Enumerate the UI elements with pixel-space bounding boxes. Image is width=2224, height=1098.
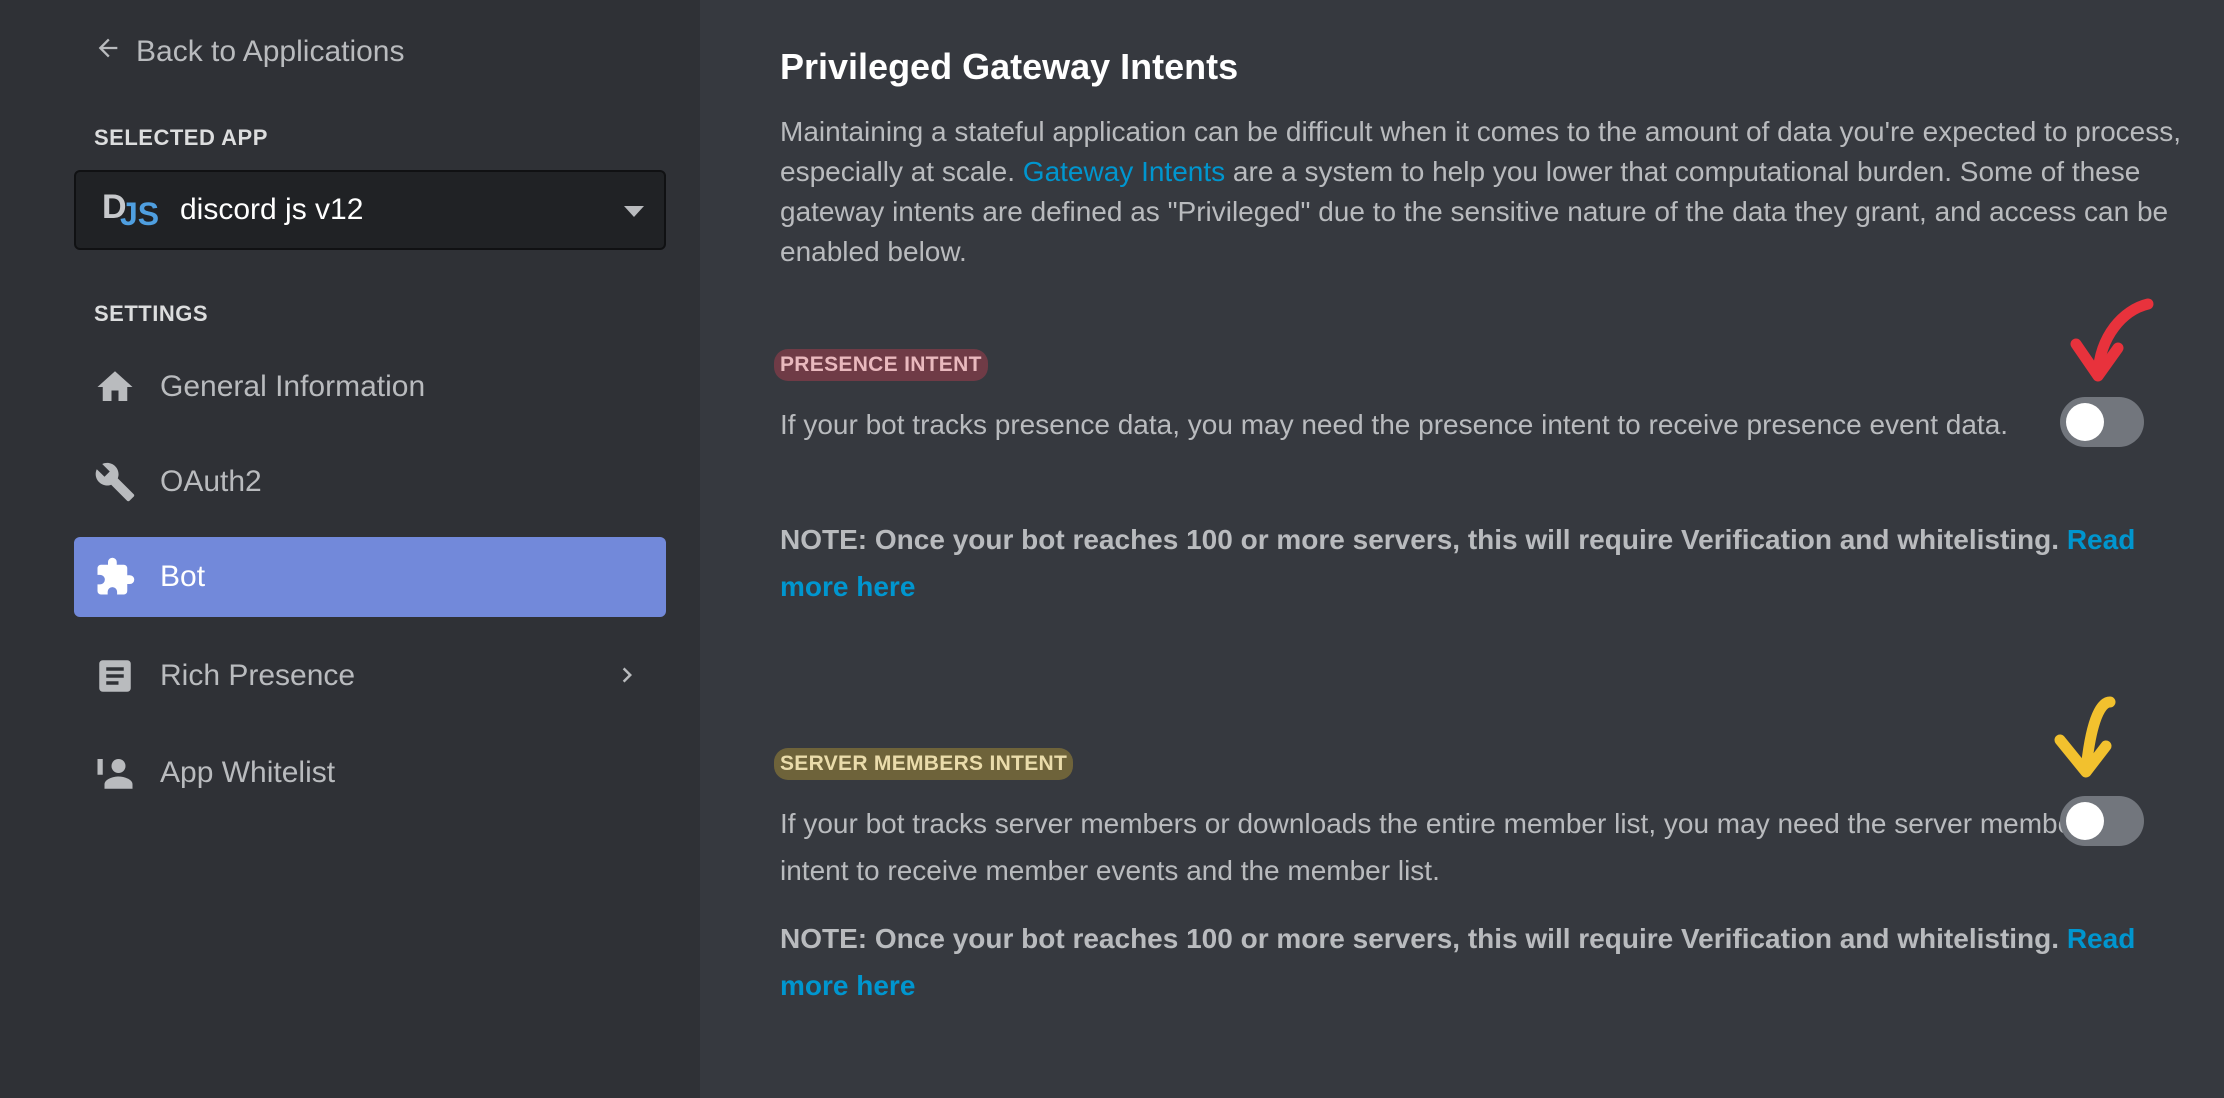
- back-link-label: Back to Applications: [136, 35, 405, 68]
- server-members-intent-note: NOTE: Once your bot reaches 100 or more …: [780, 923, 2136, 1001]
- server-members-intent-label: SERVER MEMBERS INTENT: [774, 748, 1074, 780]
- app-selector-dropdown[interactable]: D JS discord js v12: [74, 170, 666, 250]
- home-icon: [92, 364, 138, 410]
- yellow-arrow-icon: [2054, 696, 2116, 778]
- back-to-applications-link[interactable]: Back to Applications: [94, 34, 405, 70]
- gateway-intents-link[interactable]: Gateway Intents: [1023, 156, 1225, 187]
- sidebar-item-general-information[interactable]: General Information: [74, 347, 666, 427]
- presence-intent-description: If your bot tracks presence data, you ma…: [780, 409, 2009, 440]
- page-title: Privileged Gateway Intents: [780, 46, 1239, 87]
- sidebar-item-label: Rich Presence: [160, 659, 356, 692]
- server-members-intent-description: If your bot tracks server members or dow…: [780, 808, 2097, 886]
- presence-intent-toggle[interactable]: [2060, 397, 2144, 447]
- app-logo: D JS: [102, 188, 160, 232]
- sidebar: Back to Applications SELECTED APP D JS d…: [0, 0, 700, 1098]
- toggle-knob: [2066, 403, 2104, 441]
- sidebar-item-bot[interactable]: Bot: [74, 537, 666, 617]
- server-members-intent-toggle[interactable]: [2060, 796, 2144, 846]
- sidebar-item-label: General Information: [160, 370, 426, 403]
- presence-intent-label: PRESENCE INTENT: [774, 349, 988, 381]
- toggle-knob: [2066, 802, 2104, 840]
- sidebar-item-label: App Whitelist: [160, 756, 336, 789]
- intro-paragraph: Maintaining a stateful application can b…: [780, 116, 2181, 267]
- user-icon: [92, 750, 138, 796]
- document-icon: [92, 653, 138, 699]
- presence-intent-note: NOTE: Once your bot reaches 100 or more …: [780, 524, 2136, 602]
- selected-app-name: discord js v12: [180, 193, 364, 226]
- sidebar-item-label: OAuth2: [160, 465, 262, 498]
- arrow-left-icon: [94, 34, 122, 70]
- settings-heading: SETTINGS: [94, 301, 209, 326]
- sidebar-item-oauth2[interactable]: OAuth2: [74, 442, 666, 522]
- caret-down-icon: [624, 206, 644, 217]
- main-content: Privileged Gateway Intents Maintaining a…: [700, 0, 2224, 1098]
- sidebar-item-app-whitelist[interactable]: App Whitelist: [74, 733, 666, 813]
- sidebar-item-label: Bot: [160, 560, 206, 593]
- sidebar-item-rich-presence[interactable]: Rich Presence: [74, 636, 666, 716]
- puzzle-icon: [92, 554, 138, 600]
- chevron-right-icon: [612, 660, 642, 690]
- red-arrow-icon: [2070, 298, 2154, 382]
- developer-portal-page: Back to Applications SELECTED APP D JS d…: [0, 0, 2224, 1098]
- selected-app-heading: SELECTED APP: [94, 125, 268, 150]
- wrench-icon: [92, 459, 138, 505]
